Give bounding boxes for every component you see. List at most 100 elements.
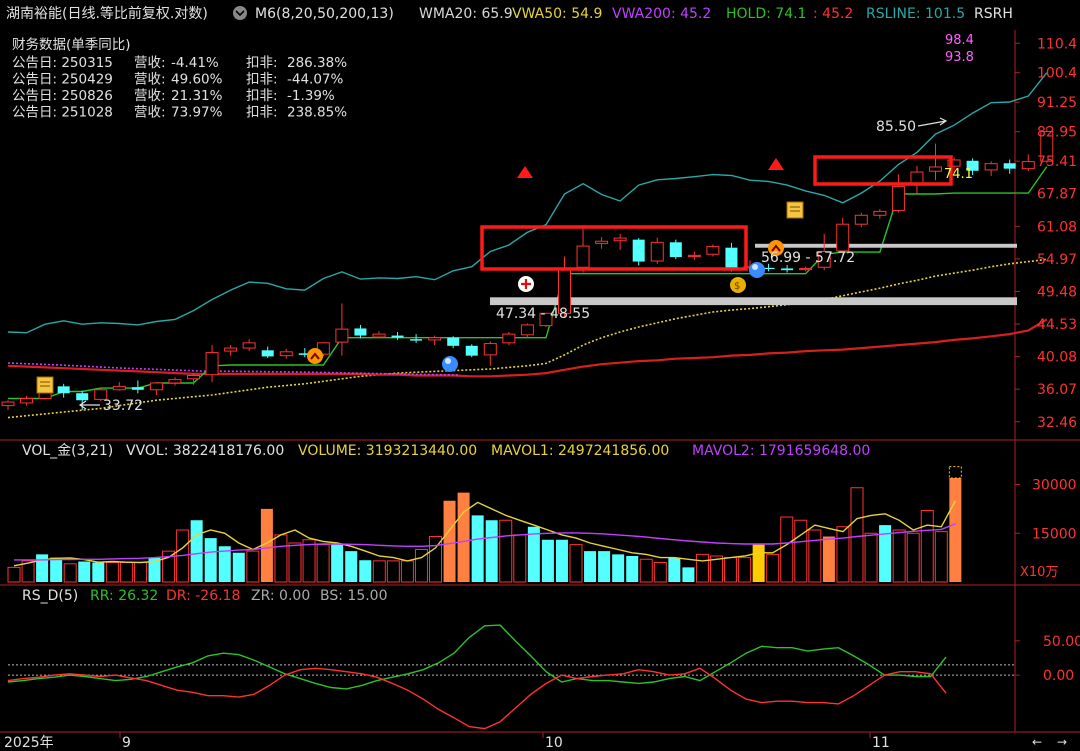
scroll-right-button[interactable]: → — [1057, 735, 1067, 749]
candle — [447, 336, 460, 349]
volume-bar — [36, 554, 49, 582]
volume-bar — [920, 510, 934, 583]
candle-body — [149, 382, 163, 391]
candle — [613, 233, 627, 250]
candle-body — [669, 242, 682, 258]
volume-bar — [331, 544, 344, 582]
volume-bar — [7, 566, 21, 583]
volume-bar — [246, 550, 260, 583]
rsrh-label: RSRH — [974, 6, 1013, 22]
financial-cell: -1.39% — [287, 88, 335, 104]
price-axis-label: 40.08 — [1037, 350, 1077, 366]
volume-bar — [359, 560, 372, 582]
volume-bar — [274, 534, 288, 583]
hold-level-label: 74.1 — [944, 167, 973, 182]
candle-body — [576, 245, 590, 268]
zr-value: ZR: 0.00 — [251, 588, 310, 604]
panel-frame — [0, 30, 1080, 733]
candle-body — [799, 267, 813, 271]
volume-bar — [443, 500, 456, 582]
time-axis-label: 11 — [872, 735, 890, 751]
candle-body — [502, 333, 516, 344]
candle-body — [1003, 163, 1016, 169]
volume-bar — [204, 538, 217, 582]
volume-bar — [133, 562, 147, 583]
volume-bar — [766, 553, 780, 583]
candle — [335, 303, 349, 356]
candle-body — [279, 351, 293, 357]
candle — [465, 344, 478, 358]
candle — [781, 264, 794, 273]
price-axis-label: 91.25 — [1037, 95, 1077, 111]
support-zone-label-2: 56.99 - 57.72 — [761, 250, 855, 266]
volume-bar — [850, 487, 864, 583]
volume-bar — [695, 553, 709, 583]
volume-bar — [906, 532, 920, 583]
volume-bar-projection — [948, 466, 962, 479]
volume-bar — [372, 560, 386, 583]
candle-body — [650, 241, 664, 262]
candle — [725, 242, 738, 272]
dr-value: DR: -26.18 — [166, 588, 240, 604]
rr-value: RR: 26.32 — [90, 588, 158, 604]
price-axis-label: 100.4 — [1037, 66, 1077, 82]
volume-bar — [499, 519, 513, 583]
volume-bar — [50, 557, 63, 582]
series-dr-line — [7, 667, 947, 730]
candle-body — [873, 210, 887, 216]
candle — [279, 348, 293, 359]
rs-axis-label: 50.00 — [1043, 634, 1080, 650]
report-document-icon — [36, 376, 54, 394]
volume-bar — [822, 536, 835, 582]
volume-bar — [752, 544, 765, 582]
vvol-value: VVOL: 3822418176.00 — [126, 443, 284, 459]
volume-bar — [934, 531, 948, 583]
volume-bar — [653, 562, 667, 583]
candle-body — [131, 387, 144, 390]
candle-body — [76, 393, 89, 401]
candle — [261, 346, 274, 358]
candle — [836, 217, 850, 254]
scroll-left-button[interactable]: ← — [1032, 735, 1042, 749]
title-dropdown[interactable] — [233, 6, 247, 20]
candle-body — [465, 345, 478, 356]
candle — [873, 208, 887, 219]
candle — [1, 400, 15, 411]
candle — [20, 395, 34, 406]
candle-body — [984, 163, 998, 171]
price-axis-label: 49.48 — [1037, 284, 1077, 300]
volume-bar — [63, 563, 77, 583]
candle — [57, 383, 70, 398]
candle-body — [1021, 161, 1035, 170]
volume-bar — [78, 561, 91, 582]
volume-bar — [345, 551, 358, 582]
volume-bar — [232, 552, 245, 582]
candle-body — [205, 352, 219, 376]
financial-cell: 公告日: 250826 — [12, 88, 113, 104]
time-axis-label: 2025年 — [4, 735, 54, 751]
blue-ball-highlight — [752, 264, 758, 270]
financial-title: 财务数据(单季同比) — [12, 37, 131, 53]
financial-cell: 73.97% — [171, 105, 223, 121]
volume-bar — [555, 539, 568, 582]
wma20-value: WMA20: 65.9 — [419, 6, 513, 22]
candle — [687, 251, 701, 260]
financial-data-panel: 财务数据(单季同比) 公告日: 250315 营收: -4.41% 扣非: 286.38… — [12, 37, 347, 121]
candle-body — [836, 223, 850, 252]
price-axis-label: 75.41 — [1037, 154, 1077, 170]
volume-bar — [584, 551, 597, 582]
bs-value: BS: 15.00 — [320, 588, 388, 604]
financial-cell: 扣非: — [246, 55, 278, 71]
support-zone-label-1: 47.34 - 48.55 — [496, 306, 590, 322]
candle — [799, 266, 813, 272]
svg-text:←: ← — [1032, 735, 1042, 749]
price-axis-label: 44.53 — [1037, 317, 1077, 333]
candle-body — [354, 328, 367, 336]
financial-cell: 286.38% — [287, 55, 347, 71]
candle-body — [391, 335, 404, 338]
financial-cell: 公告日: 250315 — [12, 55, 113, 71]
volume-bar — [119, 562, 133, 583]
volume-bar — [485, 520, 498, 582]
volume-bar — [626, 556, 639, 582]
price-axis-label: 32.46 — [1037, 415, 1077, 431]
